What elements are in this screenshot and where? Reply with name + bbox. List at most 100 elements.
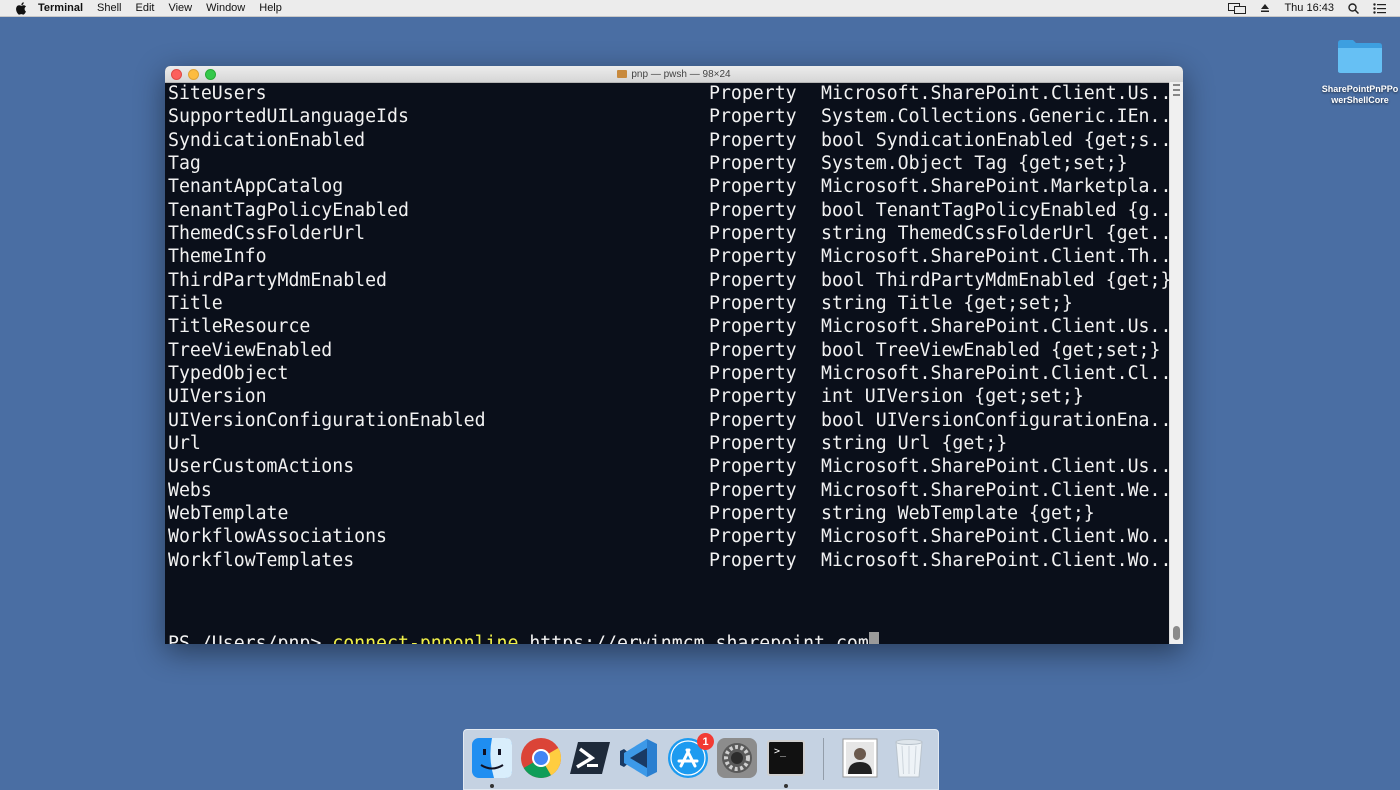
menu-edit[interactable]: Edit — [136, 2, 155, 14]
window-title-text: pnp — pwsh — 98×24 — [631, 68, 731, 80]
member-definition: int UIVersion {get;set;} — [821, 386, 1084, 408]
member-definition: string WebTemplate {get;} — [821, 502, 1095, 524]
member-name: TreeViewEnabled — [168, 339, 333, 361]
member-type: Property — [709, 502, 797, 524]
member-definition: bool SyndicationEnabled {get;s... — [821, 129, 1183, 151]
member-type: Property — [709, 549, 797, 571]
member-name: UIVersionConfigurationEnabled — [168, 409, 486, 431]
member-definition: string ThemedCssFolderUrl {get... — [821, 222, 1183, 244]
terminal-window: pnp — pwsh — 98×24 SiteUsers Property Micr… — [165, 66, 1183, 644]
member-type: Property — [709, 409, 797, 431]
prompt: PS /Users/pnp> — [168, 633, 333, 644]
member-name: TitleResource — [168, 316, 311, 338]
member-type: Property — [709, 222, 797, 244]
member-type: Property — [709, 316, 797, 338]
finder-running-dot — [490, 784, 494, 788]
desktop-folder[interactable]: SharePointPnPPowerShellCore — [1320, 38, 1400, 106]
app-store-icon[interactable]: 1 — [666, 733, 714, 780]
member-definition: string Url {get;} — [821, 432, 1008, 454]
apple-icon[interactable] — [14, 1, 28, 15]
close-button[interactable] — [171, 69, 182, 80]
member-type: Property — [709, 292, 797, 314]
member-type: Property — [709, 152, 797, 174]
member-definition: Microsoft.SharePoint.Client.Cl... — [821, 362, 1183, 384]
minimize-button[interactable] — [188, 69, 199, 80]
member-definition: Microsoft.SharePoint.Marketpla... — [821, 176, 1183, 198]
desktop-folder-label: SharePointPnPPowerShellCore — [1321, 84, 1399, 105]
member-type: Property — [709, 339, 797, 361]
prompt-line[interactable]: PS /Users/pnp> connect-pnponline https:/… — [168, 632, 879, 644]
member-name: TenantAppCatalog — [168, 176, 344, 198]
member-definition: Microsoft.SharePoint.Client.Th... — [821, 246, 1183, 268]
system-preferences-icon[interactable] — [715, 736, 759, 780]
member-type: Property — [709, 269, 797, 291]
member-name: Webs — [168, 479, 212, 501]
dock: 1 >_ — [463, 729, 939, 790]
member-definition: string Title {get;set;} — [821, 292, 1073, 314]
member-type: Property — [709, 106, 797, 128]
menubar: Terminal Shell Edit View Window Help Thu… — [0, 0, 1400, 17]
menu-window[interactable]: Window — [206, 2, 245, 14]
member-definition: Microsoft.SharePoint.Client.Wo... — [821, 549, 1183, 571]
member-definition: bool TenantTagPolicyEnabled {g... — [821, 199, 1183, 221]
member-name: Url — [168, 432, 201, 454]
terminal-icon-glyph: >_ — [774, 746, 787, 757]
terminal-icon[interactable]: >_ — [764, 736, 808, 780]
display-mirroring-icon[interactable] — [1228, 2, 1247, 14]
command-text: connect-pnponline — [332, 633, 519, 644]
member-name: SupportedUILanguageIds — [168, 106, 409, 128]
member-name: TypedObject — [168, 362, 289, 384]
member-type: Property — [709, 199, 797, 221]
window-title: pnp — pwsh — 98×24 — [617, 68, 731, 80]
member-type: Property — [709, 83, 797, 104]
member-name: WorkflowTemplates — [168, 549, 355, 571]
member-definition: System.Collections.Generic.IEn... — [821, 106, 1183, 128]
spotlight-icon[interactable] — [1348, 2, 1359, 14]
member-name: Tag — [168, 152, 201, 174]
chrome-icon[interactable] — [519, 736, 563, 780]
terminal-output[interactable]: SiteUsers Property Microsoft.SharePoint.Cl… — [168, 82, 1182, 644]
text-cursor — [868, 632, 879, 644]
member-name: UIVersion — [168, 386, 267, 408]
eject-icon[interactable] — [1260, 3, 1270, 13]
member-name: TenantTagPolicyEnabled — [168, 199, 409, 221]
app-store-badge: 1 — [697, 733, 714, 750]
scrollbar-thumb[interactable] — [1173, 626, 1180, 640]
member-type: Property — [709, 129, 797, 151]
member-name: UserCustomActions — [168, 456, 355, 478]
menu-shell[interactable]: Shell — [97, 2, 121, 14]
menu-view[interactable]: View — [168, 2, 192, 14]
user-photo-icon[interactable] — [838, 736, 882, 780]
member-type: Property — [709, 176, 797, 198]
member-type: Property — [709, 526, 797, 548]
member-definition: bool TreeViewEnabled {get;set;} — [821, 339, 1161, 361]
scrollbar-grip-icon — [1173, 84, 1180, 96]
vscode-icon[interactable] — [617, 736, 661, 780]
member-definition: System.Object Tag {get;set;} — [821, 152, 1128, 174]
menubar-clock[interactable]: Thu 16:43 — [1284, 2, 1334, 14]
command-argument: https://erwinmcm.sharepoint.com — [518, 633, 869, 644]
member-definition: bool ThirdPartyMdmEnabled {get;} — [821, 269, 1172, 291]
window-controls — [171, 69, 222, 80]
member-type: Property — [709, 456, 797, 478]
trash-icon[interactable] — [887, 736, 931, 780]
member-name: ThemeInfo — [168, 246, 267, 268]
finder-icon[interactable] — [470, 736, 514, 780]
menu-help[interactable]: Help — [259, 2, 282, 14]
window-titlebar[interactable]: pnp — pwsh — 98×24 — [165, 66, 1183, 83]
powershell-icon[interactable] — [568, 736, 612, 780]
zoom-button[interactable] — [205, 69, 216, 80]
member-name: Title — [168, 292, 223, 314]
folder-icon — [1337, 38, 1383, 74]
member-name: SiteUsers — [168, 83, 267, 104]
menu-app-terminal[interactable]: Terminal — [38, 2, 83, 14]
member-definition: Microsoft.SharePoint.Client.Us... — [821, 83, 1183, 104]
member-definition: Microsoft.SharePoint.Client.Wo... — [821, 526, 1183, 548]
member-type: Property — [709, 246, 797, 268]
member-definition: Microsoft.SharePoint.Client.Us... — [821, 456, 1183, 478]
scrollbar[interactable] — [1169, 82, 1183, 644]
member-name: WorkflowAssociations — [168, 526, 387, 548]
member-name: ThirdPartyMdmEnabled — [168, 269, 387, 291]
member-type: Property — [709, 432, 797, 454]
notification-center-icon[interactable] — [1373, 2, 1386, 14]
